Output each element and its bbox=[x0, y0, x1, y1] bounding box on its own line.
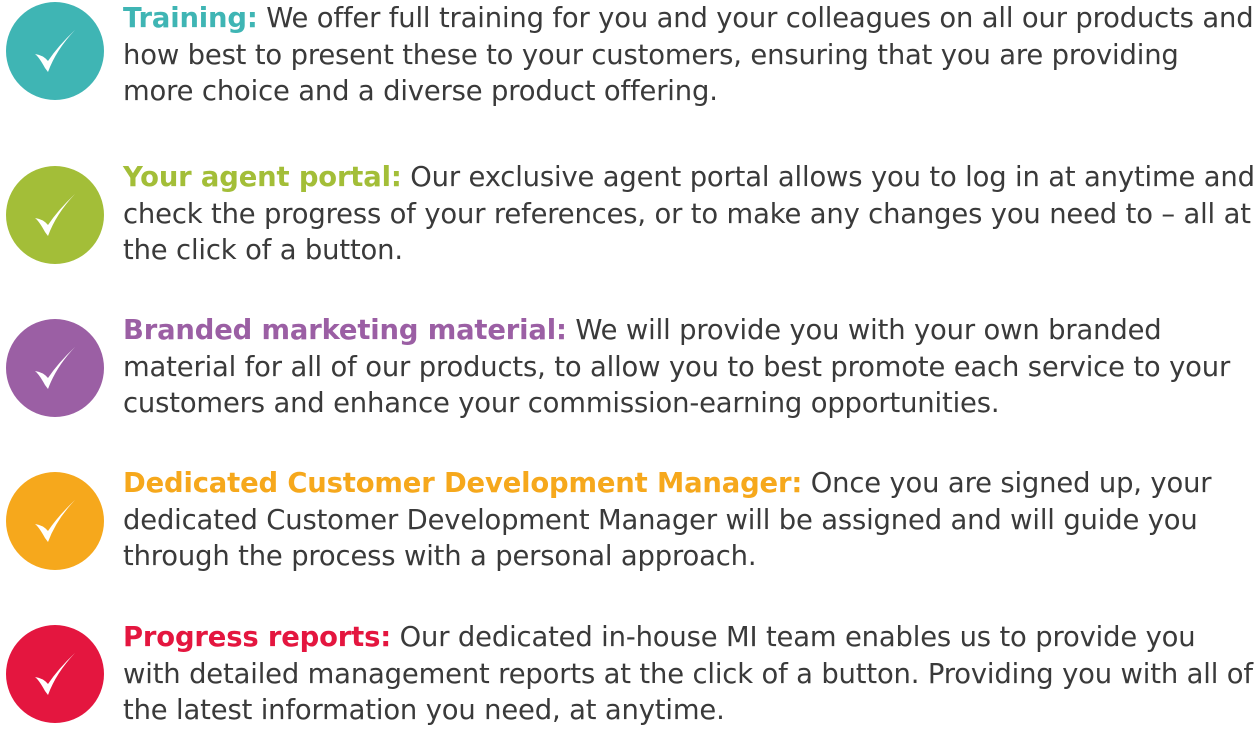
feature-agent-portal: Your agent portal: Our exclusive agent p… bbox=[0, 160, 1257, 292]
feature-body: We offer full training for you and your … bbox=[123, 3, 1254, 107]
check-badge bbox=[6, 625, 104, 723]
check-badge bbox=[6, 319, 104, 417]
feature-development-manager: Dedicated Customer Development Manager: … bbox=[0, 466, 1257, 598]
feature-heading: Branded marketing material: bbox=[123, 315, 567, 346]
feature-text: Progress reports: Our dedicated in-house… bbox=[123, 620, 1257, 730]
check-badge bbox=[6, 472, 104, 570]
check-icon bbox=[35, 347, 75, 389]
check-badge bbox=[6, 2, 104, 100]
feature-text: Your agent portal: Our exclusive agent p… bbox=[123, 160, 1257, 270]
check-badge bbox=[6, 166, 104, 264]
check-icon bbox=[35, 194, 75, 236]
feature-progress-reports: Progress reports: Our dedicated in-house… bbox=[0, 620, 1257, 752]
check-icon bbox=[35, 500, 75, 542]
feature-heading: Your agent portal: bbox=[123, 162, 402, 193]
feature-heading: Dedicated Customer Development Manager: bbox=[123, 468, 803, 499]
feature-branded-marketing: Branded marketing material: We will prov… bbox=[0, 313, 1257, 445]
check-icon bbox=[35, 30, 75, 72]
feature-text: Training: We offer full training for you… bbox=[123, 1, 1257, 111]
features-list: Training: We offer full training for you… bbox=[0, 0, 1257, 738]
feature-text: Branded marketing material: We will prov… bbox=[123, 313, 1257, 423]
check-icon bbox=[35, 653, 75, 695]
feature-text: Dedicated Customer Development Manager: … bbox=[123, 466, 1257, 576]
feature-heading: Training: bbox=[123, 3, 258, 34]
feature-training: Training: We offer full training for you… bbox=[0, 1, 1257, 133]
feature-heading: Progress reports: bbox=[123, 622, 392, 653]
